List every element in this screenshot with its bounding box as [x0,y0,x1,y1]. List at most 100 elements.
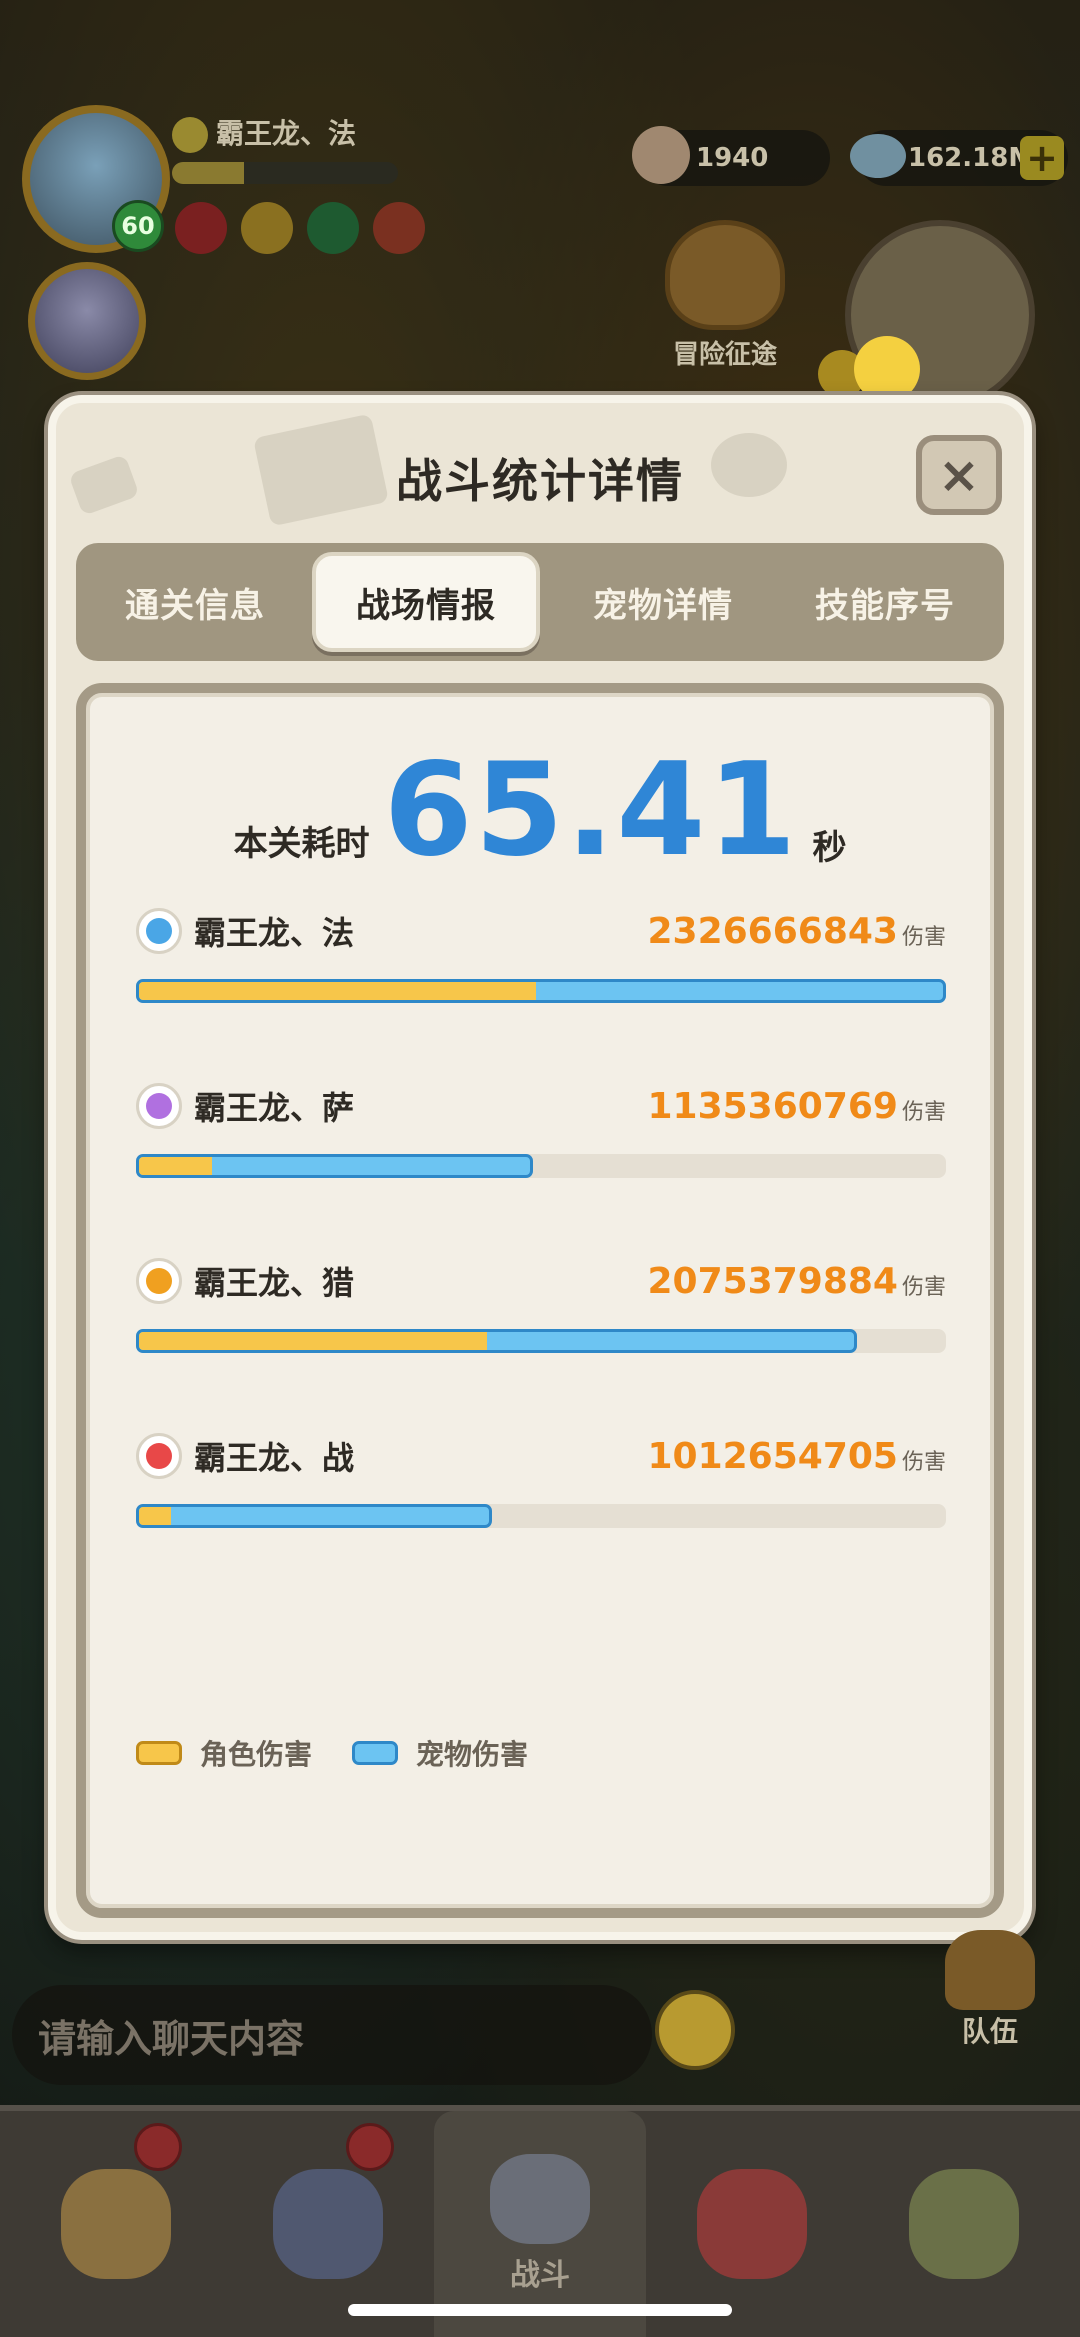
buff-mushroom-icon[interactable] [175,202,227,254]
buff-lightning-icon[interactable] [241,202,293,254]
damage-value: 2075379884 [647,1260,898,1302]
legend-pet-swatch [352,1741,399,1765]
shaman-icon [136,1083,182,1129]
add-gem-button[interactable]: + [1020,136,1064,180]
legend-pet: 宠物伤害 [352,1733,528,1773]
damage-bar-track [136,979,946,1003]
guild-portrait-icon [909,2169,1019,2279]
pet-damage-bar [136,1329,857,1353]
tab-bar: 通关信息 战场情报 宠物详情 技能序号 [76,543,1004,661]
buff-icons [175,202,425,254]
tab-clear-info[interactable]: 通关信息 [84,552,306,652]
damage-row-header: 霸王龙、猎 2075379884 伤害 [136,1253,946,1309]
role-damage-bar [139,982,536,1000]
damage-row: 霸王龙、萨 1135360769 伤害 [136,1078,946,1253]
gem-icon [850,134,906,178]
buff-heart-icon[interactable] [307,202,359,254]
adventure-emblem-icon [665,220,785,330]
class-emblem [146,1093,172,1119]
adventure-button[interactable]: 冒险征途 [655,220,795,371]
damage-unit: 伤害 [901,1100,946,1125]
stage-time-value: 65.41 [383,736,799,885]
damage-row-header: 霸王龙、战 1012654705 伤害 [136,1428,946,1484]
sword-icon [490,2154,590,2244]
role-damage-bar [139,1332,487,1350]
damage-unit: 伤害 [901,925,946,950]
class-emblem [146,1443,172,1469]
damage-unit: 伤害 [901,1275,946,1300]
team-label: 队伍 [961,2015,1018,2048]
stage-time-unit: 秒 [812,828,847,868]
player-name: 霸王龙、萨 [194,1089,355,1127]
player-name-text: 霸王龙、法 [216,117,357,150]
damage-row: 霸王龙、猎 2075379884 伤害 [136,1253,946,1428]
player-name: 霸王龙、猎 [194,1264,355,1302]
player-name: 霸王龙、战 [194,1439,355,1477]
damage-row-header: 霸王龙、法 2326666843 伤害 [136,903,946,959]
hero-portrait-icon [61,2169,171,2279]
player-level-badge: 60 [112,200,164,252]
gem-currency[interactable]: 162.18M + [850,130,1068,186]
tab-battlefield-intel[interactable]: 战场情报 [312,552,540,652]
damage-bar-track [136,1504,946,1528]
warrior-icon [136,1433,182,1479]
mage-icon [136,908,182,954]
class-emblem [146,918,172,944]
pet-damage-bar [136,1154,533,1178]
hero-portrait-icon [273,2169,383,2279]
tab-pet-details[interactable]: 宠物详情 [552,552,774,652]
notification-bell-icon [346,2123,394,2171]
adventure-label: 冒险征途 [672,340,777,370]
pet-damage-bar [136,979,946,1003]
damage-value: 1012654705 [647,1435,898,1477]
role-damage-bar [139,1507,171,1525]
pet-portrait-icon [697,2169,807,2279]
emoji-button[interactable] [655,1990,735,2070]
chat-smile-icon [854,336,920,402]
gem-count: 162.18M [908,143,1035,173]
damage-unit: 伤害 [901,1450,946,1475]
stage-time: 本关耗时 65.41 秒 [86,745,994,875]
chat-input-placeholder: 请输入聊天内容 [38,2016,305,2061]
legend-role-label: 角色伤害 [200,1738,313,1771]
smiley-icon [172,117,208,153]
legend-pet-label: 宠物伤害 [416,1738,529,1771]
role-damage-bar [139,1157,212,1175]
shell-icon [632,126,690,184]
battlefield-intel-panel: 本关耗时 65.41 秒 霸王龙、法 2326666843 伤害 霸王龙、萨 11353… [76,683,1004,1918]
bottom-nav: 战斗 [0,2105,1080,2337]
damage-value: 2326666843 [647,910,898,952]
damage-list: 霸王龙、法 2326666843 伤害 霸王龙、萨 1135360769 伤害 霸王龙、猎 2… [136,903,946,1603]
player-xp-bar [172,162,398,184]
close-button[interactable]: × [916,435,1002,515]
pet-damage-bar [136,1504,492,1528]
shell-currency[interactable]: 1940 [632,126,830,186]
damage-row-header: 霸王龙、萨 1135360769 伤害 [136,1078,946,1134]
damage-bar-track [136,1154,946,1178]
legend-role-swatch [136,1741,182,1765]
player-name: 霸王龙、法 [194,914,355,952]
tab-skill-order[interactable]: 技能序号 [774,552,996,652]
legend-role: 角色伤害 [136,1733,312,1773]
hunter-icon [136,1258,182,1304]
nav-battle-label: 战斗 [510,2258,570,2293]
team-icon [945,1930,1035,2010]
damage-row: 霸王龙、战 1012654705 伤害 [136,1428,946,1603]
damage-row: 霸王龙、法 2326666843 伤害 [136,903,946,1078]
teammate-avatar[interactable] [28,262,146,380]
nav-hero-1[interactable] [10,2111,222,2337]
damage-value: 1135360769 [647,1085,898,1127]
battle-stats-dialog: 战斗统计详情 × 通关信息 战场情报 宠物详情 技能序号 本关耗时 65.41 … [48,395,1032,1940]
stage-time-label: 本关耗时 [233,824,370,864]
team-button[interactable]: 队伍 [935,1930,1045,2050]
buff-shield-icon[interactable] [373,202,425,254]
shell-count: 1940 [696,143,769,173]
chat-input[interactable]: 请输入聊天内容 [12,1985,652,2085]
notification-bell-icon [134,2123,182,2171]
close-icon: × [938,446,980,504]
nav-guild[interactable] [858,2111,1070,2337]
home-indicator [348,2304,732,2316]
dialog-title: 战斗统计详情 [396,454,684,508]
damage-legend: 角色伤害 宠物伤害 [136,1733,528,1773]
class-emblem [146,1268,172,1294]
